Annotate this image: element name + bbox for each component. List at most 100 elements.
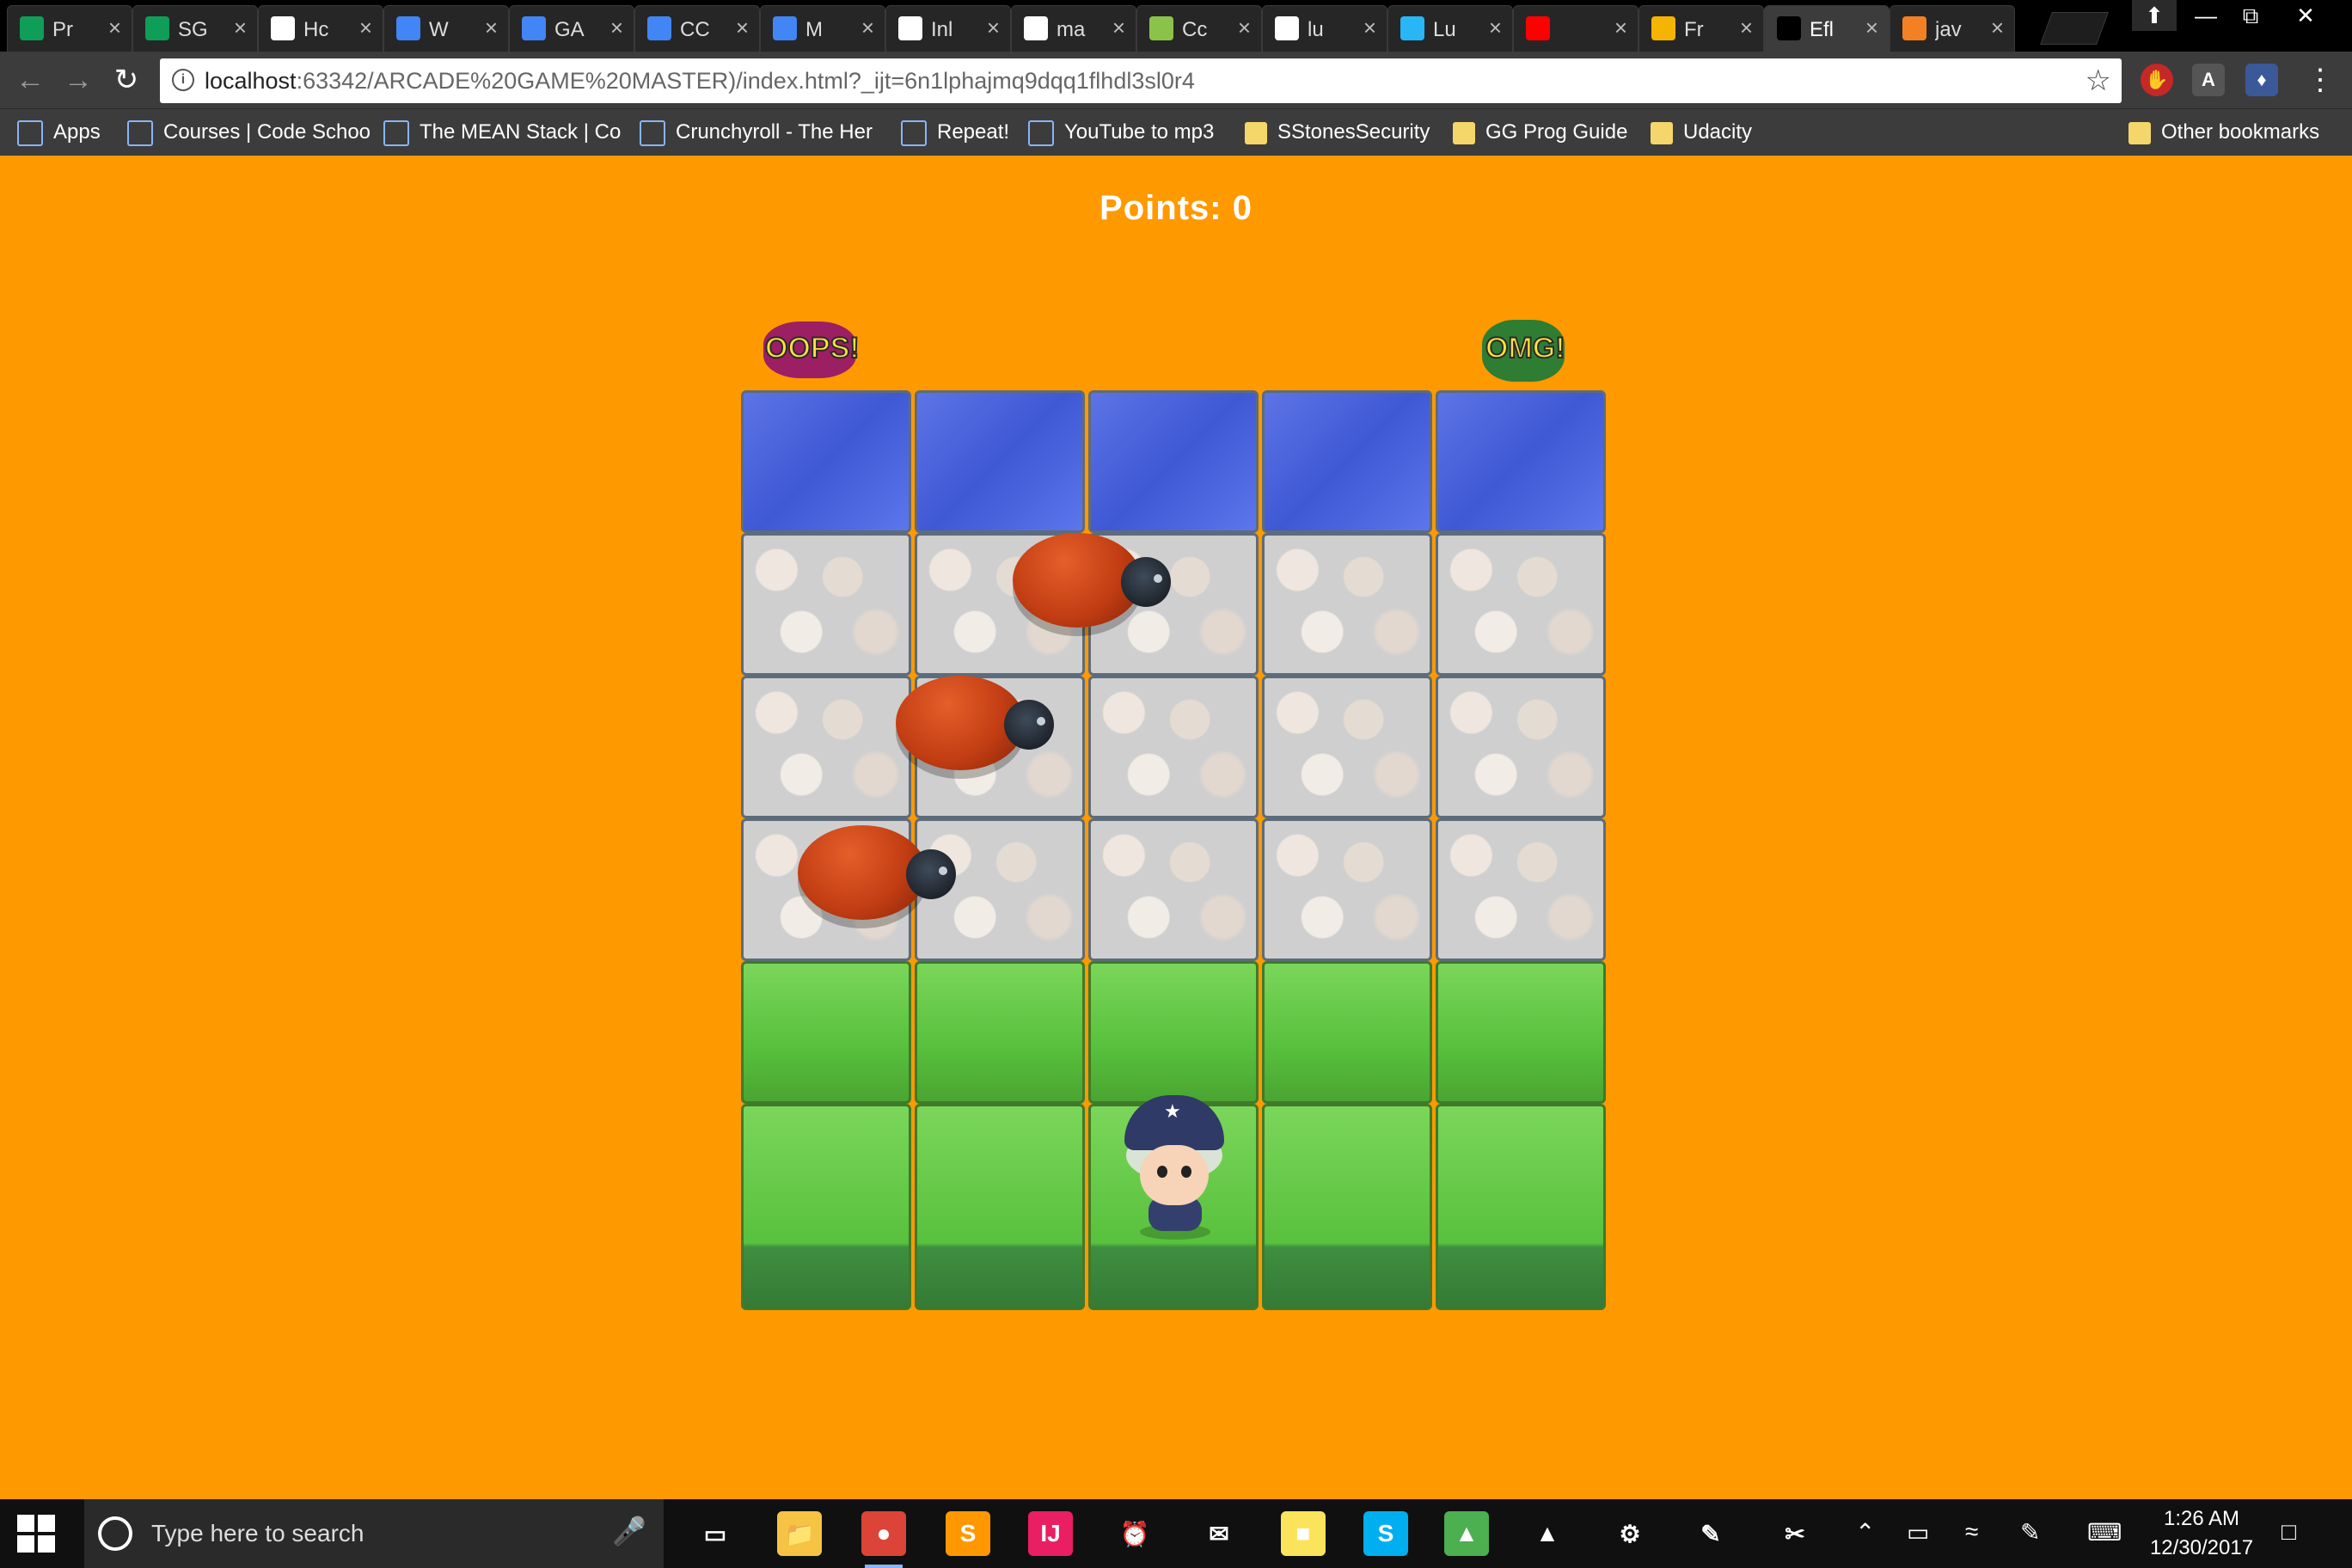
tab-close-icon[interactable]: × [1363,15,1376,41]
tab-close-icon[interactable]: × [1489,15,1502,41]
sublime-icon[interactable]: S [946,1511,990,1556]
skype-icon[interactable]: S [1363,1511,1408,1556]
browser-tab[interactable]: Cc × [1136,5,1262,52]
mail-icon[interactable]: ✉ [1197,1511,1241,1556]
tab-close-icon[interactable]: × [736,15,749,41]
url-text[interactable]: localhost:63342/ARCADE%20GAME%20MASTER)/… [205,68,1195,95]
battery-icon[interactable]: ▭ [1907,1518,1929,1547]
system-clock[interactable]: 1:26 AM 12/30/2017 [2137,1504,2266,1563]
other-bookmarks[interactable]: Other bookmarks [2128,118,2319,147]
settings-icon[interactable]: ⚙ [1608,1511,1652,1556]
close-window-button[interactable]: ✕ [2283,0,2328,31]
search-placeholder: Type here to search [151,1520,364,1547]
tab-close-icon[interactable]: × [861,15,874,41]
taskbar-search[interactable]: Type here to search 🎤 [84,1499,664,1568]
sticky-notes-icon[interactable]: ■ [1281,1511,1326,1556]
folder-icon [2128,121,2151,144]
browser-tab[interactable]: Fr × [1638,5,1764,52]
omg-badge: OMG! [1485,331,1566,365]
browser-tab[interactable]: SG × [132,5,258,52]
tab-close-icon[interactable]: × [1614,15,1627,41]
url-host: localhost [205,68,297,94]
wifi-icon[interactable]: ≈ [1965,1518,1978,1546]
restore-button[interactable]: ⧉ [2228,0,2273,31]
tab-title: Pr [52,18,73,41]
windows-start-icon[interactable] [17,1515,55,1553]
browser-tab[interactable]: W × [383,5,509,52]
tab-close-icon[interactable]: × [234,15,247,41]
extension-puzzle-icon[interactable]: ♦ [2245,64,2278,96]
browser-tab[interactable]: Hc × [258,5,383,52]
back-icon[interactable]: ← [12,62,48,98]
tab-title: jav [1935,18,1962,41]
bookmark-item[interactable]: GG Prog Guide [1453,118,1627,147]
gallery-icon[interactable]: ▲ [1525,1511,1570,1556]
browser-tab[interactable]: lu × [1262,5,1387,52]
browser-tab[interactable]: GA × [509,5,634,52]
browser-tab[interactable]: Lu × [1387,5,1513,52]
bookmark-star-icon[interactable]: ☆ [2086,64,2111,98]
bookmark-item[interactable]: Udacity [1651,118,1752,147]
tab-close-icon[interactable]: × [987,15,1000,41]
bookmark-label: Udacity [1683,120,1753,144]
windows-taskbar: Type here to search 🎤 ▭ 📁 ● S IJ ⏰ ✉ ■ S ▲ ▲ ⚙ ✎ ✂ ⌃ … [0,1499,2352,1568]
alarm-icon[interactable]: ⏰ [1112,1511,1157,1556]
bookmark-item[interactable]: Repeat! [901,118,1009,147]
bookmark-item[interactable]: Crunchyroll - The Her [640,118,873,147]
browser-tab[interactable]: Inl × [885,5,1011,52]
site-info-icon[interactable]: i [172,69,194,91]
tray-chevron-icon[interactable]: ⌃ [1855,1518,1875,1547]
browser-tab[interactable]: ma × [1011,5,1136,52]
browser-tab[interactable]: jav × [1890,5,2015,52]
browser-tab[interactable]: M × [760,5,885,52]
folder-icon [1453,121,1475,144]
new-tab-button[interactable] [2040,12,2109,45]
photos-icon[interactable]: ▲ [1444,1511,1489,1556]
tab-close-icon[interactable]: × [610,15,623,41]
tab-close-icon[interactable]: × [359,15,372,41]
bookmark-item[interactable]: Apps [17,118,101,147]
adblock-extension-icon[interactable]: ✋ [2141,64,2173,96]
pen-icon[interactable]: ✎ [2020,1518,2040,1547]
pdf-extension-icon[interactable]: A [2192,64,2225,96]
keyboard-icon[interactable]: ⌨ [2087,1518,2122,1547]
address-bar[interactable]: i localhost:63342/ARCADE%20GAME%20MASTER… [160,58,2122,103]
docs-icon [522,16,546,40]
browser-tab[interactable]: CC × [634,5,760,52]
stone-tile [1436,533,1606,676]
chrome-icon[interactable]: ● [861,1511,906,1568]
menu-dots-icon[interactable]: ⋮ [2302,62,2338,98]
tab-close-icon[interactable]: × [1238,15,1251,41]
intellij-icon[interactable]: IJ [1028,1511,1073,1556]
url-path: :63342/ARCADE%20GAME%20MASTER)/index.htm… [296,68,1195,94]
wave-icon [1400,16,1424,40]
bookmark-item[interactable]: YouTube to mp3 [1028,118,1214,147]
bookmark-item[interactable]: Courses | Code Schoo [127,118,371,147]
forward-icon[interactable]: → [60,62,96,98]
tab-close-icon[interactable]: × [1740,15,1753,41]
bookmark-item[interactable]: The MEAN Stack | Co [383,118,621,147]
tab-close-icon[interactable]: × [485,15,498,41]
microphone-icon[interactable]: 🎤 [612,1515,646,1547]
file-explorer-icon[interactable]: 📁 [777,1511,822,1556]
notifications-icon[interactable]: □ [2282,1518,2296,1546]
browser-tab[interactable]: Pr × [7,5,132,52]
tab-close-icon[interactable]: × [1112,15,1125,41]
cortana-icon[interactable] [98,1516,132,1551]
snipping-icon[interactable]: ✂ [1773,1511,1817,1556]
reload-icon[interactable]: ↻ [108,62,144,98]
code-icon [383,119,409,146]
tab-close-icon[interactable]: × [1991,15,2004,41]
user-profile-icon[interactable]: ⬆ [2132,0,2177,31]
tab-title: GA [554,18,585,41]
task-view-icon[interactable]: ▭ [693,1511,738,1556]
bookmark-label: The MEAN Stack | Co [420,120,622,144]
browser-tab[interactable]: Efl × [1764,5,1890,52]
tab-close-icon[interactable]: × [108,15,121,41]
paint-icon[interactable]: ✎ [1688,1511,1733,1556]
browser-tab[interactable]: × [1513,5,1638,52]
tab-close-icon[interactable]: × [1865,15,1878,41]
slides-icon [1651,16,1675,40]
bookmark-item[interactable]: SStonesSecurity [1245,118,1430,147]
minimize-button[interactable]: — [2184,0,2228,31]
